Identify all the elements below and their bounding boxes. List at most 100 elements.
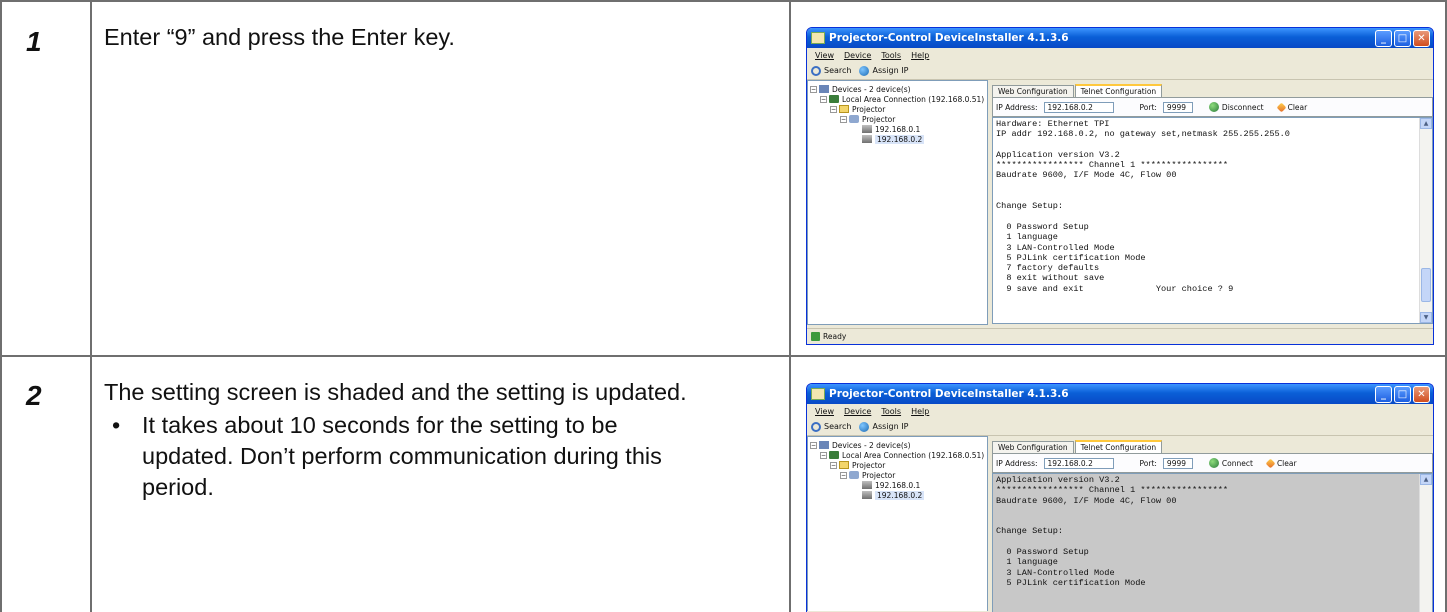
device-icon [862, 125, 872, 133]
step-number: 1 [26, 26, 42, 57]
tree-item-folder[interactable]: − Projector [810, 104, 985, 114]
menu-device[interactable]: Device [844, 407, 871, 416]
telnet-terminal[interactable]: Hardware: Ethernet TPI IP addr 192.168.0… [992, 117, 1433, 324]
connect-icon [1208, 102, 1219, 112]
toolbar: Search Assign IP [807, 62, 1433, 80]
device-tree: − Devices - 2 device(s) − Local Area Con… [807, 436, 988, 611]
table-border-left [0, 0, 2, 612]
device-tree: − Devices - 2 device(s) − Local Area Con… [807, 80, 988, 325]
tab-strip: Web Configuration Telnet Configuration [992, 440, 1433, 453]
connect-icon [1208, 458, 1219, 468]
ip-address-field[interactable]: 192.168.0.2 [1043, 101, 1114, 113]
tree-item-group[interactable]: − Projector [810, 114, 985, 124]
menu-view[interactable]: View [815, 51, 834, 60]
collapse-icon[interactable]: − [830, 461, 837, 469]
network-icon [829, 95, 839, 103]
tree-item-node-selected[interactable]: 192.168.0.2 [810, 134, 985, 144]
folder-icon [839, 105, 849, 113]
collapse-icon[interactable]: − [810, 85, 817, 93]
clear-button[interactable]: Clear [1276, 102, 1308, 112]
clear-label: Clear [1287, 102, 1308, 112]
menu-tools[interactable]: Tools [881, 407, 901, 416]
clear-label: Clear [1276, 458, 1297, 468]
search-button[interactable]: Search [811, 65, 852, 76]
tree-label: 192.168.0.2 [875, 490, 925, 500]
search-icon [811, 65, 821, 76]
step-instruction-block: The setting screen is shaded and the set… [104, 377, 714, 503]
menu-tools[interactable]: Tools [881, 51, 901, 60]
tree-item-devices[interactable]: − Devices - 2 device(s) [810, 84, 985, 94]
tree-item-connection[interactable]: − Local Area Connection (192.168.0.51) [810, 450, 985, 460]
connection-bar: IP Address: 192.168.0.2 Port: 9999 Conne… [992, 453, 1433, 473]
scroll-thumb[interactable] [1421, 268, 1431, 302]
tab-telnet-configuration[interactable]: Telnet Configuration [1074, 84, 1163, 97]
tree-item-node[interactable]: 192.168.0.1 [810, 480, 985, 490]
assign-ip-label: Assign IP [872, 66, 909, 75]
table-divider-number [90, 0, 92, 612]
collapse-icon[interactable]: − [830, 105, 837, 113]
menu-help[interactable]: Help [911, 51, 929, 60]
status-bar: Ready [807, 328, 1433, 344]
assign-ip-button[interactable]: Assign IP [859, 421, 908, 432]
step-instruction: Enter “9” and press the Enter key. [104, 24, 455, 50]
tab-web-configuration[interactable]: Web Configuration [992, 441, 1074, 453]
close-icon[interactable]: ✕ [1413, 30, 1430, 47]
collapse-icon[interactable]: − [820, 451, 827, 459]
clear-button[interactable]: Clear [1265, 458, 1297, 468]
tree-item-node[interactable]: 192.168.0.1 [810, 124, 985, 134]
device-icon [862, 135, 872, 143]
projector-icon [849, 471, 859, 479]
tree-item-group[interactable]: − Projector [810, 470, 985, 480]
maximize-icon[interactable]: □ [1394, 30, 1411, 47]
menu-help[interactable]: Help [911, 407, 929, 416]
port-field[interactable]: 9999 [1162, 101, 1193, 113]
vertical-scrollbar[interactable]: ▲ [1419, 474, 1432, 612]
tree-item-connection[interactable]: − Local Area Connection (192.168.0.51) [810, 94, 985, 104]
globe-icon [859, 65, 870, 76]
scroll-down-icon[interactable]: ▼ [1420, 312, 1432, 323]
assign-ip-button[interactable]: Assign IP [859, 65, 909, 76]
tree-item-devices[interactable]: − Devices - 2 device(s) [810, 440, 985, 450]
maximize-icon[interactable]: □ [1394, 386, 1411, 403]
close-icon[interactable]: ✕ [1413, 386, 1430, 403]
table-divider-image [789, 0, 791, 612]
ip-label: IP Address: [996, 102, 1038, 112]
app-window: Projector-Control DeviceInstaller 4.1.3.… [806, 27, 1434, 345]
scroll-up-icon[interactable]: ▲ [1420, 474, 1432, 485]
collapse-icon[interactable]: − [840, 471, 847, 479]
search-button[interactable]: Search [811, 421, 852, 432]
search-icon [811, 421, 821, 432]
collapse-icon[interactable]: − [810, 441, 817, 449]
tree-label: Devices - 2 device(s) [832, 440, 911, 450]
ip-label: IP Address: [996, 458, 1038, 468]
tab-web-configuration[interactable]: Web Configuration [992, 85, 1074, 97]
toolbar: Search Assign IP [807, 418, 1433, 436]
scroll-up-icon[interactable]: ▲ [1420, 118, 1432, 129]
menu-device[interactable]: Device [844, 51, 871, 60]
tree-item-folder[interactable]: − Projector [810, 460, 985, 470]
menu-view[interactable]: View [815, 407, 834, 416]
window-title: Projector-Control DeviceInstaller 4.1.3.… [829, 388, 1069, 400]
port-field[interactable]: 9999 [1162, 457, 1193, 469]
window-titlebar[interactable]: Projector-Control DeviceInstaller 4.1.3.… [807, 28, 1433, 48]
tab-telnet-configuration[interactable]: Telnet Configuration [1074, 440, 1163, 453]
menu-bar: View Device Tools Help [807, 48, 1433, 62]
telnet-terminal[interactable]: Application version V3.2 ***************… [992, 473, 1433, 612]
tree-label: Projector [862, 114, 896, 124]
tree-label: Projector [862, 470, 896, 480]
port-label: Port: [1139, 102, 1157, 112]
globe-icon [859, 421, 870, 432]
minimize-icon[interactable]: _ [1375, 386, 1392, 403]
collapse-icon[interactable]: − [840, 115, 847, 123]
tree-item-node-selected[interactable]: 192.168.0.2 [810, 490, 985, 500]
search-label: Search [824, 66, 852, 75]
search-label: Search [824, 422, 852, 431]
app-icon [811, 388, 825, 400]
minimize-icon[interactable]: _ [1375, 30, 1392, 47]
collapse-icon[interactable]: − [820, 95, 827, 103]
ip-address-field[interactable]: 192.168.0.2 [1043, 457, 1114, 469]
disconnect-button[interactable]: Disconnect [1208, 102, 1264, 112]
window-titlebar[interactable]: Projector-Control DeviceInstaller 4.1.3.… [807, 384, 1433, 404]
vertical-scrollbar[interactable]: ▲ ▼ [1419, 118, 1432, 323]
connect-button[interactable]: Connect [1208, 458, 1253, 468]
